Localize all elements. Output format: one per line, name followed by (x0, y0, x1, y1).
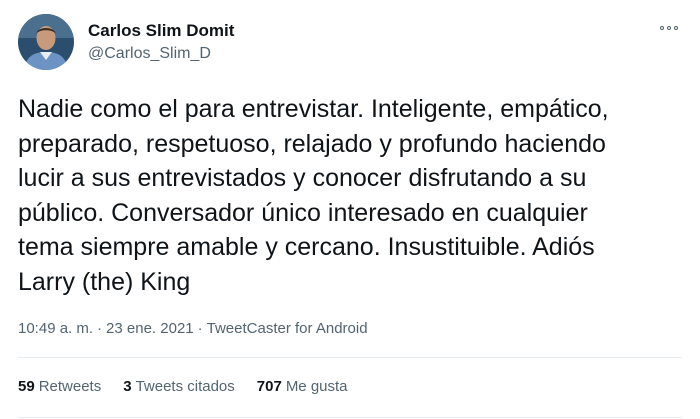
quotes-count: 3 (123, 378, 132, 395)
retweets-label: Retweets (38, 378, 102, 395)
tweet-card: Carlos Slim Domit @Carlos_Slim_D Nadie c… (0, 0, 700, 419)
tweet-date[interactable]: 23 ene. 2021 (106, 318, 194, 340)
author-display-name[interactable]: Carlos Slim Domit (88, 20, 234, 42)
quotes-label: Tweets citados (135, 378, 235, 395)
retweets-count: 59 (18, 378, 35, 395)
tweet-time[interactable]: 10:49 a. m. (18, 318, 93, 340)
author-block[interactable]: Carlos Slim Domit @Carlos_Slim_D (88, 20, 234, 65)
dot (674, 26, 678, 30)
dot (660, 26, 664, 30)
author-handle[interactable]: @Carlos_Slim_D (88, 43, 234, 65)
tweet-stats: 59 Retweets 3 Tweets citados 707 Me gust… (18, 376, 370, 398)
divider (18, 357, 682, 358)
divider (18, 417, 682, 418)
quotes-stat[interactable]: 3 Tweets citados (123, 376, 235, 398)
tweet-text: Nadie como el para entrevistar. Intelige… (18, 95, 609, 296)
meta-separator: · (97, 320, 103, 337)
likes-label: Me gusta (285, 378, 348, 395)
tweet-header: Carlos Slim Domit @Carlos_Slim_D (18, 12, 682, 72)
retweets-stat[interactable]: 59 Retweets (18, 376, 101, 398)
tweet-source[interactable]: TweetCaster for Android (207, 318, 368, 340)
avatar-image (18, 14, 74, 70)
more-options-icon[interactable] (656, 18, 682, 38)
meta-separator: · (197, 320, 203, 337)
likes-stat[interactable]: 707 Me gusta (257, 376, 348, 398)
dot (667, 26, 671, 30)
avatar[interactable] (18, 14, 74, 70)
tweet-meta: 10:49 a. m. · 23 ene. 2021 · TweetCaster… (18, 318, 368, 340)
likes-count: 707 (256, 378, 282, 395)
